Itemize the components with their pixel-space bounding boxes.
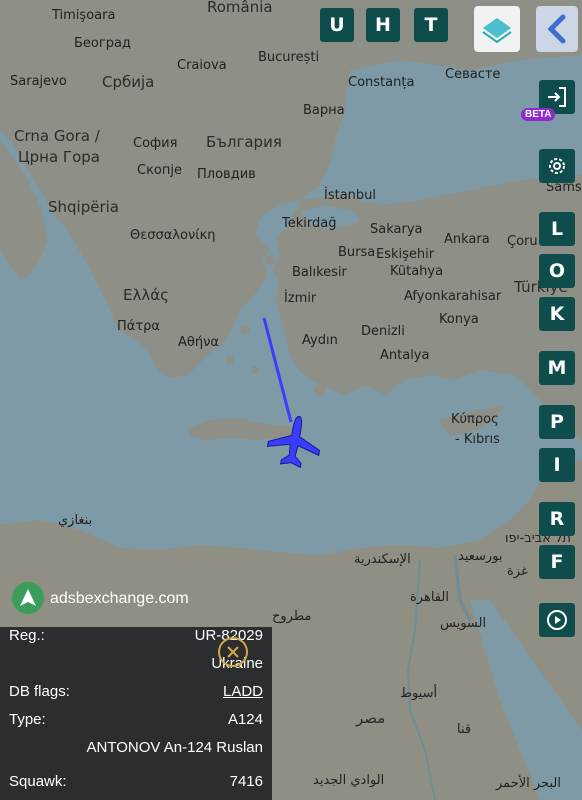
map-label-skopje: Скопје — [137, 163, 182, 178]
u-button[interactable]: U — [320, 8, 354, 42]
map-label-thessaloniki: Θεσσαλονίκη — [130, 228, 216, 243]
map-label-timisoara: Timişoara — [52, 8, 116, 23]
map-label-konya: Konya — [439, 312, 479, 327]
aircraft-info-panel: Reg.: UR-82029 Ukraine DB flags: LADD Ty… — [0, 627, 272, 800]
map-label-portsaid: بورسعيد — [458, 549, 503, 564]
map-label-misr: مصر — [356, 709, 386, 727]
type-label: Type: — [9, 711, 46, 728]
map-label-ankara: Ankara — [444, 232, 490, 247]
map-label-athina: Αθήνα — [178, 335, 219, 350]
r-button[interactable]: R — [539, 502, 575, 536]
m-button[interactable]: M — [539, 351, 575, 385]
adsbexchange-logo[interactable] — [12, 582, 44, 614]
attribution-text[interactable]: adsbexchange.com — [50, 590, 189, 608]
map-label-asyut: أسيوط — [400, 686, 438, 701]
map-label-crnagora: Crna Gora / — [14, 127, 100, 145]
map-label-sevastopol: Севасте — [445, 67, 501, 82]
map-label-sarajevo: Sarajevo — [10, 74, 67, 89]
map-label-aydin: Aydın — [302, 333, 338, 348]
chevron-left-icon — [547, 14, 566, 44]
dbflags-link[interactable]: LADD — [223, 683, 263, 700]
login-icon — [548, 87, 566, 107]
p-button[interactable]: P — [539, 405, 575, 439]
map-label-balikesir: Balıkesir — [292, 265, 347, 280]
map-label-sofia: София — [133, 136, 178, 151]
map-label-plovdiv: Пловдив — [197, 167, 256, 182]
island — [240, 325, 250, 335]
t-button[interactable]: T — [414, 8, 448, 42]
close-button[interactable] — [218, 637, 248, 667]
map-label-kutahya: Kütahya — [390, 264, 444, 279]
map-label-qahira: القاهرة — [410, 590, 449, 605]
island — [251, 366, 259, 374]
map-label-eskisehir: Eskişehir — [376, 247, 435, 262]
map-label-varna: Варна — [303, 103, 345, 118]
map-label-kypros: Κύπρος — [451, 412, 499, 427]
map-label-srbija: Србија — [102, 73, 155, 91]
h-button[interactable]: H — [366, 8, 400, 42]
dbflags-label: DB flags: — [9, 683, 70, 700]
layers-button[interactable] — [474, 6, 520, 52]
map-label-benghazi: بنغازي — [58, 513, 93, 528]
l-button[interactable]: L — [539, 212, 575, 246]
map-label-constanta: Constanța — [348, 75, 415, 90]
map-label-redsea: البحر الأحمر — [496, 776, 561, 791]
back-button[interactable] — [536, 6, 578, 52]
gear-icon — [549, 158, 565, 174]
map-label-suways: السويس — [440, 616, 487, 631]
type-value: A124 — [227, 711, 263, 728]
map-label-istanbul: İstanbul — [324, 188, 377, 203]
map-label-crnagora2: Црна Гора — [18, 148, 100, 166]
map-label-matruh: مطروح — [272, 609, 312, 624]
map-label-patra: Πάτρα — [117, 319, 160, 334]
reg-label: Reg.: — [9, 627, 45, 644]
logo-icon — [20, 589, 36, 606]
play-circle-icon — [547, 610, 567, 630]
i-button[interactable]: I — [539, 448, 575, 482]
map-label-iskandariya: الإسكندرية — [354, 552, 411, 567]
map-label-craiova: Craiova — [177, 58, 227, 73]
type-name: ANTONOV An-124 Ruslan — [86, 739, 263, 756]
map-label-shqiperia: Shqipëria — [48, 198, 119, 216]
map-label-ellada: Ελλάς — [123, 286, 169, 304]
settings-button[interactable] — [539, 149, 575, 183]
k-button[interactable]: K — [539, 297, 575, 331]
map-label-sakarya: Sakarya — [370, 222, 423, 237]
map-label-bucuresti: București — [258, 50, 320, 65]
island — [265, 255, 275, 265]
f-button[interactable]: F — [539, 545, 575, 579]
map-label-beograd: Београд — [74, 36, 131, 51]
map-label-corum: Çoru — [507, 234, 538, 249]
squawk-value: 7416 — [229, 773, 263, 790]
map-label-ghaza: غزة — [507, 564, 528, 579]
map-label-balgaria: България — [206, 133, 282, 151]
map-label-afyon: Afyonkarahisar — [404, 289, 502, 304]
map-label-denizli: Denizli — [361, 324, 405, 339]
o-button[interactable]: O — [539, 254, 575, 288]
map-label-kibris: - Kıbrıs — [455, 432, 500, 447]
map-label-izmir: İzmir — [284, 291, 317, 306]
replay-button[interactable] — [539, 603, 575, 637]
map-label-wadi: الوادي الجديد — [313, 773, 385, 788]
map-label-qina: قنا — [457, 722, 472, 737]
map-label-antalya: Antalya — [380, 348, 430, 363]
layers-icon — [482, 18, 512, 44]
island — [295, 355, 305, 365]
island — [314, 384, 326, 396]
map-label-bursa: Bursa — [338, 245, 376, 260]
map-label-tekirdag: Tekirdağ — [282, 216, 337, 231]
beta-badge: BETA — [521, 108, 556, 121]
close-icon — [227, 646, 239, 658]
island — [226, 356, 234, 364]
squawk-label: Squawk: — [9, 773, 67, 790]
map-label-romania: România — [207, 0, 273, 16]
